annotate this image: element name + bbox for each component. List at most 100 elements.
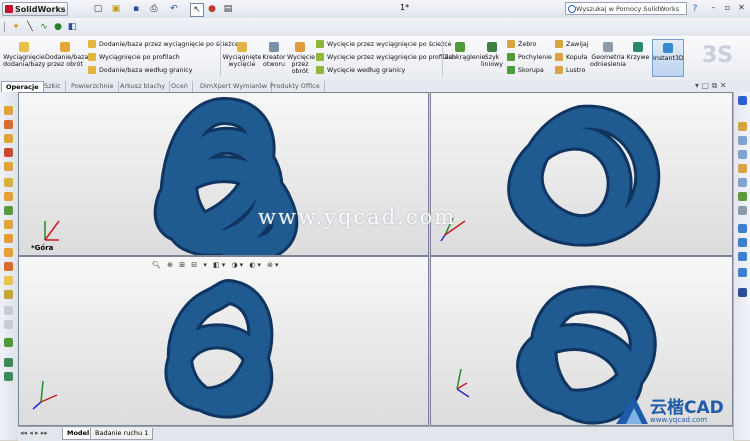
extruded-cut-button[interactable]: Wyciągnięte wycięcie: [222, 42, 262, 68]
minimize-button[interactable]: –: [708, 3, 719, 14]
toolbar-grip[interactable]: [4, 22, 5, 32]
help-icon[interactable]: ?: [689, 3, 701, 15]
shell-label: Skorupa: [518, 67, 544, 74]
sketch-tool-icon[interactable]: [4, 290, 13, 299]
sketch-tool-icon[interactable]: [4, 120, 13, 129]
sketch-tool-icon[interactable]: [4, 178, 13, 187]
linear-pattern-button[interactable]: Szyk liniowy: [479, 42, 505, 68]
draft-item[interactable]: Pochylenie: [507, 53, 552, 62]
wrap-item[interactable]: Zawijaj: [555, 40, 588, 49]
sketch-tool-icon[interactable]: [4, 338, 13, 347]
custom-properties-icon[interactable]: [738, 206, 747, 215]
appearances-icon[interactable]: [738, 192, 747, 201]
rib-item[interactable]: Żebro: [507, 40, 537, 49]
instant3d-button[interactable]: Instant3D: [652, 39, 684, 77]
undo-icon[interactable]: ↶: [168, 3, 180, 15]
save-icon[interactable]: ▪: [130, 3, 142, 15]
sketch-tool-icon[interactable]: [4, 306, 13, 315]
sketch-tool-icon[interactable]: [4, 262, 13, 271]
new-document-icon[interactable]: ▢: [92, 3, 104, 15]
viewport-top-right[interactable]: [430, 92, 733, 256]
search-icon: [568, 5, 576, 13]
fillet-button[interactable]: Zaokrąglenie: [444, 42, 485, 61]
solidworks-logo-button[interactable]: SolidWorks: [2, 2, 68, 16]
standard-view-icon[interactable]: [738, 252, 747, 261]
trefoil-knot-model[interactable]: [431, 93, 733, 256]
view-palette-icon[interactable]: [738, 178, 747, 187]
revolved-cut-button[interactable]: Wycięcie przez obrót: [287, 42, 315, 75]
resources-icon[interactable]: [738, 122, 747, 131]
trefoil-knot-model[interactable]: [19, 257, 429, 426]
sketch-tool-icon[interactable]: [4, 372, 13, 381]
swept-boss-item[interactable]: Dodanie/baza przez wyciągnięcie po ścież…: [88, 40, 239, 49]
print-icon[interactable]: ⎙: [148, 3, 160, 15]
lofted-cut-label: Wycięcie przez wyciągnięcie po profilach: [327, 54, 456, 61]
lofted-boss-item[interactable]: Wyciągnięcie po profilach: [88, 53, 180, 62]
trefoil-knot-model[interactable]: [19, 93, 429, 256]
view-icon[interactable]: [738, 150, 747, 159]
boundary-boss-item[interactable]: Dodanie/baza według granicy: [88, 66, 193, 75]
revolved-boss-button[interactable]: Dodanie/baza przez obrót: [45, 42, 88, 68]
standard-view-icon[interactable]: [738, 224, 747, 233]
sketch-tool-icon[interactable]: [4, 234, 13, 243]
viewport-bottom-left[interactable]: 🔍︎ ⊕ ⊞ ⊟ ▾ ◧▾ ◑▾ ◐▾ ⊛▾: [18, 256, 429, 426]
tab-scroll-arrows[interactable]: ◂◂ ◂ ▸ ▸▸: [20, 429, 48, 437]
tab-evaluate[interactable]: Oceń: [167, 81, 193, 92]
spline-icon[interactable]: ∿: [38, 21, 50, 33]
sketch-icon[interactable]: ◧: [66, 21, 78, 33]
close-button[interactable]: ✕: [736, 3, 747, 14]
sketch-tool-icon[interactable]: [4, 220, 13, 229]
restore-button[interactable]: ▫: [722, 3, 733, 14]
file-explorer-icon[interactable]: [738, 164, 747, 173]
hole-wizard-button[interactable]: Kreator otworu: [262, 42, 286, 68]
swept-cut-item[interactable]: Wycięcie przez wyciągnięcie po ścieżce: [316, 40, 452, 49]
boundary-cut-icon: [316, 66, 324, 74]
smart-dimension-icon[interactable]: ✦: [10, 21, 22, 33]
sketch-tool-icon[interactable]: [4, 248, 13, 257]
line-icon[interactable]: ╲: [24, 21, 36, 33]
select-icon[interactable]: ↖: [190, 3, 204, 17]
sketch-tool-icon[interactable]: [4, 148, 13, 157]
sketch-tool-icon[interactable]: [4, 162, 13, 171]
revolve-cut-icon: [295, 42, 305, 52]
viewport-window-controls[interactable]: ▾ ▢ ⧉ ✕: [695, 81, 727, 91]
extruded-boss-button[interactable]: Wyciągnięcie dodania/bazy: [3, 42, 45, 68]
sketch-tool-icon[interactable]: [4, 106, 13, 115]
standard-view-icon[interactable]: [738, 238, 747, 247]
sketch-tool-icon[interactable]: [4, 320, 13, 329]
curves-icon: [633, 42, 643, 52]
task-pane-icon[interactable]: [738, 96, 747, 105]
reference-geometry-button[interactable]: Geometria odniesienia: [590, 42, 626, 68]
options-icon[interactable]: ▤: [222, 3, 234, 15]
sketch-tool-icon[interactable]: [4, 276, 13, 285]
tab-dimxpert[interactable]: DimXpert Wymiarów: [196, 81, 273, 92]
mirror-item[interactable]: Lustro: [555, 66, 585, 75]
tab-motion-study[interactable]: Badanie ruchu 1: [90, 428, 154, 440]
shell-item[interactable]: Skorupa: [507, 66, 544, 75]
design-library-icon[interactable]: [738, 136, 747, 145]
separator: [442, 40, 443, 76]
rebuild-icon[interactable]: ●: [206, 3, 218, 15]
viewport-top-left[interactable]: *Góra: [18, 92, 429, 256]
tab-sketch[interactable]: Szkic: [40, 81, 66, 92]
help-search-input[interactable]: Wyszukaj w Pomocy SolidWorks: [565, 2, 687, 15]
lofted-cut-item[interactable]: Wycięcie przez wyciągnięcie po profilach: [316, 53, 456, 62]
tab-office-products[interactable]: Produkty Office: [266, 81, 325, 92]
sweep-icon: [88, 40, 96, 48]
sketch-tool-icon[interactable]: [4, 134, 13, 143]
curves-button[interactable]: Krzywe: [626, 42, 650, 61]
swept-cut-label: Wycięcie przez wyciągnięcie po ścieżce: [327, 41, 452, 48]
sketch-tool-icon[interactable]: [4, 206, 13, 215]
tab-surfaces[interactable]: Powierzchnie: [67, 81, 119, 92]
sketch-tool-icon[interactable]: [4, 358, 13, 367]
secondary-toolbar: ✦ ╲ ∿ ● ◧: [0, 18, 750, 37]
sketch-tool-icon[interactable]: [4, 192, 13, 201]
tab-sheet-metal[interactable]: Arkusz blachy: [116, 81, 171, 92]
standard-view-icon[interactable]: [738, 268, 747, 277]
open-folder-icon[interactable]: ▣: [110, 3, 122, 15]
measure-icon[interactable]: [738, 288, 747, 297]
point-icon[interactable]: ●: [52, 21, 64, 33]
boundary-cut-item[interactable]: Wycięcie według granicy: [316, 66, 405, 75]
dome-item[interactable]: Kopuła: [555, 53, 587, 62]
bottom-tab-bar: ◂◂ ◂ ▸ ▸▸ Model Badanie ruchu 1: [18, 426, 733, 441]
